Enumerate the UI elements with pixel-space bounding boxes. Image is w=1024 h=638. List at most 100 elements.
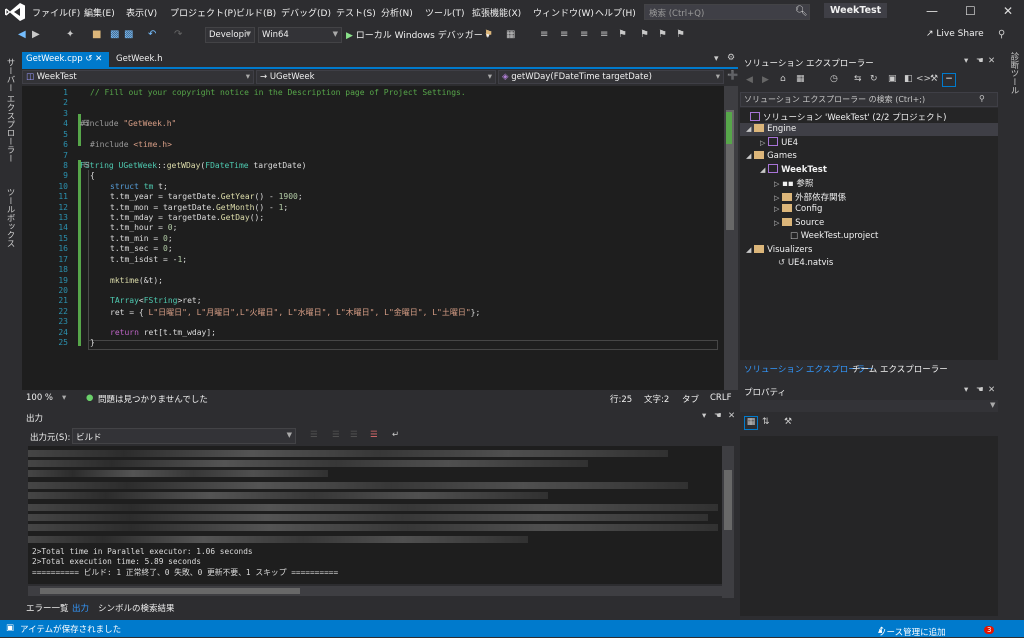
tree-source-folder[interactable]: ▷ Source bbox=[774, 218, 824, 228]
tree-visualizers-folder[interactable]: ◢ Visualizers bbox=[746, 245, 812, 255]
properties-object-select[interactable]: ▼ bbox=[740, 400, 998, 412]
menu-tools[interactable]: ツール(T) bbox=[425, 6, 465, 19]
hot-reload-icon[interactable]: ⚑ bbox=[484, 29, 493, 40]
output-scroll-thumb[interactable] bbox=[724, 470, 732, 530]
output-hscroll-thumb[interactable] bbox=[40, 588, 300, 594]
code-editor[interactable]: 1 2 3 4 5 6 7 8 9 10 11 12 13 14 15 16 17 18 19 20 21 22 23 24 2… bbox=[22, 86, 724, 390]
redo-icon[interactable]: ↷ bbox=[174, 29, 182, 40]
bookmark-clear-icon[interactable]: ⚑ bbox=[676, 29, 685, 40]
tab-symbol-results[interactable]: シンボルの検索結果 bbox=[98, 602, 175, 614]
pin-icon[interactable]: ☚ bbox=[976, 385, 984, 395]
output-source-select[interactable]: ビルド ▼ bbox=[72, 428, 296, 444]
diagnostics-icon[interactable]: ▦ bbox=[506, 29, 515, 40]
zoom-dropdown-icon[interactable]: ▾ bbox=[62, 393, 66, 403]
server-explorer-tab[interactable]: サーバー エクスプローラー bbox=[4, 58, 16, 163]
close-icon[interactable]: ✕ bbox=[1003, 4, 1013, 18]
new-project-icon[interactable]: ✦ bbox=[66, 29, 74, 40]
property-pages-icon[interactable]: ⚒ bbox=[784, 417, 792, 427]
word-wrap-icon[interactable]: ↵ bbox=[392, 430, 399, 440]
search-icon[interactable]: ⚲ bbox=[979, 94, 985, 103]
tab-error-list[interactable]: エラー一覧 bbox=[26, 602, 69, 614]
maximize-icon[interactable]: ☐ bbox=[965, 4, 976, 18]
issues-status[interactable]: 問題は見つかりませんでした bbox=[98, 393, 208, 405]
close-icon[interactable]: ✕ bbox=[988, 56, 995, 66]
tree-ue4-project[interactable]: ▷ UE4 bbox=[760, 137, 798, 148]
undo-icon[interactable]: ↶ bbox=[148, 29, 156, 40]
switch-views-icon[interactable]: ▦ bbox=[796, 74, 805, 84]
show-all-files-icon[interactable]: ◧ bbox=[904, 74, 913, 84]
tab-team-explorer[interactable]: チーム エクスプローラー bbox=[852, 363, 948, 375]
tree-engine-folder[interactable]: ◢ Engine bbox=[746, 124, 796, 134]
tree-natvis-file[interactable]: ↺ UE4.natvis bbox=[778, 258, 833, 268]
menu-edit[interactable]: 編集(E) bbox=[84, 6, 115, 19]
bookmark-icon[interactable]: ⚑ bbox=[618, 29, 627, 40]
settings-gear-icon[interactable]: ⚙ bbox=[727, 53, 735, 63]
menu-extensions[interactable]: 拡張機能(X) bbox=[472, 6, 521, 19]
forward-icon[interactable]: ▶ bbox=[32, 29, 40, 40]
tab-getweek-cpp[interactable]: GetWeek.cpp ↺ ✕ bbox=[22, 52, 109, 67]
start-debugging-button[interactable]: ▶ ローカル Windows デバッガー ▾ bbox=[346, 28, 490, 41]
bookmark-prev-icon[interactable]: ⚑ bbox=[640, 29, 649, 40]
properties-icon[interactable]: ⚒ bbox=[930, 74, 938, 84]
pin-icon[interactable]: ☚ bbox=[714, 411, 722, 421]
zoom-level[interactable]: 100 % bbox=[26, 393, 53, 403]
tree-external-deps[interactable]: ▷ 外部依存関係 bbox=[774, 191, 846, 203]
uncomment-icon[interactable]: ≡ bbox=[580, 29, 588, 40]
tree-games-folder[interactable]: ◢ Games bbox=[746, 151, 797, 161]
preview-icon[interactable]: − bbox=[942, 73, 956, 87]
pending-changes-icon[interactable]: ◷ bbox=[830, 74, 838, 84]
tab-output[interactable]: 出力 bbox=[72, 602, 89, 614]
member-nav-select[interactable]: ◈ getWDay(FDateTime targetDate) ▾ bbox=[498, 70, 724, 84]
output-text-area[interactable]: 2>Total time in Parallel executor: 1.06 … bbox=[28, 446, 722, 584]
bookmark-next-icon[interactable]: ⚑ bbox=[658, 29, 667, 40]
project-nav-select[interactable]: ◫ WeekTest ▾ bbox=[22, 70, 254, 84]
pin-icon[interactable]: ↺ bbox=[85, 54, 92, 64]
back-icon[interactable]: ◀ bbox=[18, 29, 26, 40]
dropdown-icon[interactable]: ▾ bbox=[964, 385, 968, 395]
menu-view[interactable]: 表示(V) bbox=[126, 6, 157, 19]
platform-select[interactable]: Win64 ▼ bbox=[258, 27, 342, 43]
dropdown-icon[interactable]: ▾ bbox=[964, 56, 968, 66]
menu-file[interactable]: ファイル(F) bbox=[32, 6, 80, 19]
menu-help[interactable]: ヘルプ(H) bbox=[595, 6, 636, 19]
tree-solution[interactable]: ソリューション 'WeekTest' (2/2 プロジェクト) bbox=[750, 111, 946, 123]
tab-dropdown-icon[interactable]: ▾ bbox=[714, 54, 719, 64]
save-all-icon[interactable]: ▩ bbox=[124, 29, 133, 40]
refresh-icon[interactable]: ↻ bbox=[870, 74, 878, 84]
indent-icon[interactable]: ≡ bbox=[600, 29, 608, 40]
search-box[interactable]: 検索 (Ctrl+Q) 🔍︎ bbox=[644, 4, 810, 20]
properties-grid[interactable] bbox=[740, 436, 998, 616]
open-folder-icon[interactable]: ■ bbox=[92, 29, 101, 40]
clear-all-icon[interactable]: ☰ bbox=[370, 430, 378, 440]
fold-icon[interactable]: ⊟ bbox=[83, 118, 90, 127]
pin-icon[interactable]: ☚ bbox=[976, 56, 984, 66]
find-message-icon[interactable]: ☰ bbox=[310, 430, 318, 440]
split-icon[interactable]: ➕ bbox=[727, 71, 738, 81]
menu-project[interactable]: プロジェクト(P) bbox=[170, 6, 236, 19]
comment-icon[interactable]: ≡ bbox=[560, 29, 568, 40]
feedback-icon[interactable]: ⚲ bbox=[998, 29, 1005, 40]
prev-message-icon[interactable]: ☰ bbox=[332, 430, 340, 440]
next-message-icon[interactable]: ☰ bbox=[350, 430, 358, 440]
dropdown-icon[interactable]: ▾ bbox=[702, 411, 706, 421]
class-nav-select[interactable]: → UGetWeek ▾ bbox=[256, 70, 496, 84]
categorized-icon[interactable]: ▦ bbox=[744, 416, 758, 430]
close-icon[interactable]: ✕ bbox=[988, 385, 995, 395]
menu-test[interactable]: テスト(S) bbox=[336, 6, 376, 19]
home-icon[interactable]: ⌂ bbox=[780, 74, 786, 84]
tree-weektest-project[interactable]: ◢ WeekTest bbox=[760, 164, 827, 175]
menu-analyze[interactable]: 分析(N) bbox=[381, 6, 413, 19]
menu-build[interactable]: ビルド(B) bbox=[236, 6, 276, 19]
tree-config-folder[interactable]: ▷ Config bbox=[774, 204, 822, 214]
forward-icon[interactable]: ▶ bbox=[762, 75, 769, 85]
code-view-icon[interactable]: <> bbox=[916, 74, 931, 84]
sync-icon[interactable]: ⇆ bbox=[854, 74, 862, 84]
collapse-all-icon[interactable]: ▣ bbox=[888, 74, 897, 84]
tab-getweek-h[interactable]: GetWeek.h bbox=[112, 52, 167, 67]
search-icon[interactable]: 🔍︎ bbox=[795, 6, 808, 17]
menu-window[interactable]: ウィンドウ(W) bbox=[533, 6, 594, 19]
solution-search-input[interactable]: ソリューション エクスプローラー の検索 (Ctrl+;) ⚲ bbox=[740, 92, 998, 107]
close-tab-icon[interactable]: ✕ bbox=[95, 54, 102, 64]
alphabetical-icon[interactable]: ⇅ bbox=[762, 417, 770, 427]
back-icon[interactable]: ◀ bbox=[746, 75, 753, 85]
